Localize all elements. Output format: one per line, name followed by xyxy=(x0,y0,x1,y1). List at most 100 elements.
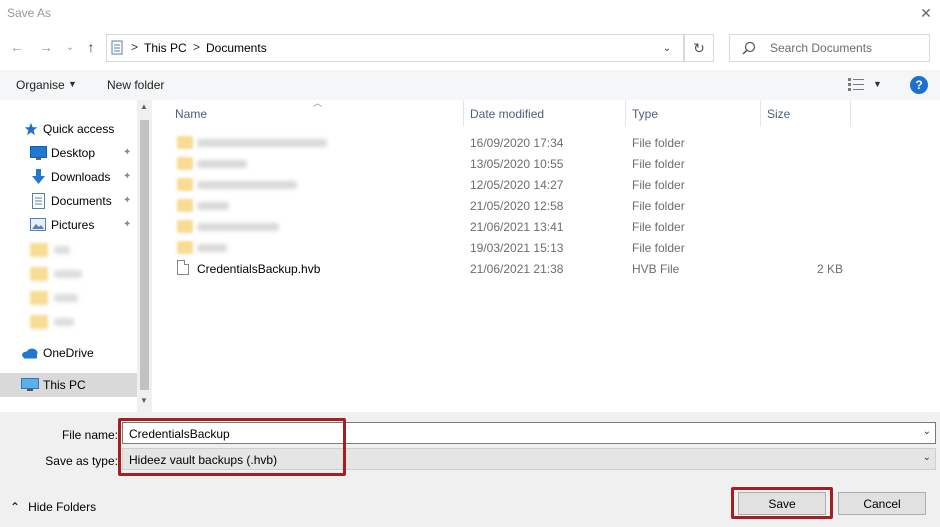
date-modified: 13/05/2020 10:55 xyxy=(470,157,564,171)
file-name-field[interactable]: CredentialsBackup ⌄ xyxy=(122,422,936,444)
column-divider[interactable] xyxy=(760,100,761,126)
folder-icon xyxy=(177,199,193,212)
up-button[interactable]: ↑ xyxy=(81,38,101,56)
file-type: File folder xyxy=(632,157,685,171)
folder-icon xyxy=(30,243,48,257)
redacted-file-name xyxy=(197,181,297,189)
sidebar-item-downloads[interactable]: Downloads ✦ xyxy=(0,165,137,189)
chevron-down-icon[interactable]: ⌄ xyxy=(923,452,931,463)
breadcrumb-documents[interactable]: Documents xyxy=(206,41,267,55)
hide-folders-label: Hide Folders xyxy=(28,500,97,514)
pictures-icon xyxy=(30,218,46,231)
redacted-file-name xyxy=(197,160,247,168)
sidebar-item-desktop[interactable]: Desktop ✦ xyxy=(0,141,137,165)
column-divider[interactable] xyxy=(625,100,626,126)
toolbar: Organise ▼ New folder ▼ xyxy=(0,70,940,100)
search-input[interactable]: Search Documents xyxy=(770,41,872,55)
cancel-button[interactable]: Cancel xyxy=(838,492,926,515)
column-divider[interactable] xyxy=(850,100,851,126)
sidebar-item-pictures[interactable]: Pictures ✦ xyxy=(0,213,137,237)
date-modified: 21/06/2021 21:38 xyxy=(470,262,564,276)
column-header-size[interactable]: Size xyxy=(767,107,790,121)
forward-button[interactable]: → xyxy=(36,38,56,56)
folder-icon xyxy=(30,291,48,305)
folder-icon xyxy=(177,136,193,149)
pin-icon: ✦ xyxy=(123,171,132,182)
file-size: 2 KB xyxy=(816,262,843,276)
scrollbar-thumb[interactable] xyxy=(140,120,149,390)
organise-button[interactable]: Organise xyxy=(16,78,65,92)
close-button[interactable]: ✕ xyxy=(912,0,940,26)
redacted-label xyxy=(54,294,78,302)
folder-icon xyxy=(30,267,48,281)
recent-locations-button[interactable]: ⌄ xyxy=(60,38,80,56)
file-icon xyxy=(177,260,189,275)
star-icon xyxy=(24,122,38,136)
column-header-type[interactable]: Type xyxy=(632,107,658,121)
save-as-type-label: Save as type: xyxy=(45,454,118,468)
hide-folders-button[interactable]: ⌃ Hide Folders xyxy=(10,500,96,514)
sidebar-item-this-pc[interactable]: This PC xyxy=(0,373,137,397)
refresh-button[interactable]: ↻ xyxy=(684,34,714,62)
table-row[interactable]: 16/09/2020 17:34 File folder xyxy=(155,132,940,153)
sidebar-item-documents[interactable]: Documents ✦ xyxy=(0,189,137,213)
redacted-label xyxy=(54,246,70,254)
redacted-label xyxy=(54,318,74,326)
column-header-name[interactable]: Name xyxy=(175,107,207,121)
file-type: File folder xyxy=(632,199,685,213)
table-row[interactable]: CredentialsBackup.hvb 21/06/2021 21:38 H… xyxy=(155,258,940,279)
column-header-date-modified[interactable]: Date modified xyxy=(470,107,544,121)
view-options-caret-icon[interactable]: ▼ xyxy=(873,79,882,89)
file-type: HVB File xyxy=(632,262,680,276)
date-modified: 21/06/2021 13:41 xyxy=(470,220,564,234)
cloud-icon xyxy=(22,348,38,359)
folder-icon xyxy=(177,241,193,254)
view-options-icon[interactable] xyxy=(848,78,864,91)
folder-icon xyxy=(177,178,193,191)
monitor-icon xyxy=(21,378,39,391)
scroll-up-icon[interactable]: ▲ xyxy=(140,102,148,111)
redacted-file-name xyxy=(197,244,227,252)
file-type: File folder xyxy=(632,136,685,150)
documents-icon xyxy=(32,193,45,209)
chevron-down-icon[interactable]: ⌄ xyxy=(923,426,931,437)
sidebar-item-quick-access[interactable]: Quick access xyxy=(0,117,137,141)
title-bar: Save As ✕ xyxy=(0,0,940,28)
search-box[interactable]: Search Documents xyxy=(729,34,930,62)
pin-icon: ✦ xyxy=(123,147,132,158)
help-button[interactable]: ? xyxy=(910,76,928,94)
sort-ascending-icon: ︿ xyxy=(313,98,323,108)
chevron-up-icon: ⌃ xyxy=(10,500,21,514)
table-row[interactable]: 21/06/2021 13:41 File folder xyxy=(155,216,940,237)
date-modified: 16/09/2020 17:34 xyxy=(470,136,564,150)
sidebar-item-label: Desktop xyxy=(51,146,96,160)
sidebar-item-onedrive[interactable]: OneDrive xyxy=(0,341,137,365)
file-type: File folder xyxy=(632,220,685,234)
save-as-type-select[interactable]: Hideez vault backups (.hvb) ⌄ xyxy=(122,448,936,470)
file-type: File folder xyxy=(632,241,685,255)
column-divider[interactable] xyxy=(463,100,464,126)
back-button[interactable]: ← xyxy=(7,38,27,56)
table-row[interactable]: 12/05/2020 14:27 File folder xyxy=(155,174,940,195)
scroll-down-icon[interactable]: ▼ xyxy=(140,396,148,405)
pin-icon: ✦ xyxy=(123,219,132,230)
search-icon xyxy=(742,41,756,55)
redacted-file-name xyxy=(197,223,279,231)
chevron-down-icon[interactable]: ⌄ xyxy=(656,36,678,60)
folder-icon xyxy=(177,157,193,170)
breadcrumb-this-pc[interactable]: This PC xyxy=(144,41,187,55)
table-row[interactable]: 19/03/2021 15:13 File folder xyxy=(155,237,940,258)
table-row[interactable]: 13/05/2020 10:55 File folder xyxy=(155,153,940,174)
new-folder-button[interactable]: New folder xyxy=(107,78,164,92)
address-bar[interactable]: > This PC > Documents xyxy=(106,34,684,62)
save-button[interactable]: Save xyxy=(738,492,826,515)
table-row[interactable]: 21/05/2020 12:58 File folder xyxy=(155,195,940,216)
redacted-label xyxy=(54,270,82,278)
breadcrumb-separator: > xyxy=(193,40,201,54)
file-name-label: File name: xyxy=(61,428,118,442)
date-modified: 19/03/2021 15:13 xyxy=(470,241,564,255)
download-icon xyxy=(32,169,45,184)
sidebar-item-label: OneDrive xyxy=(43,346,94,360)
sidebar-scrollbar[interactable]: ▲ ▼ xyxy=(137,100,152,412)
date-modified: 21/05/2020 12:58 xyxy=(470,199,564,213)
